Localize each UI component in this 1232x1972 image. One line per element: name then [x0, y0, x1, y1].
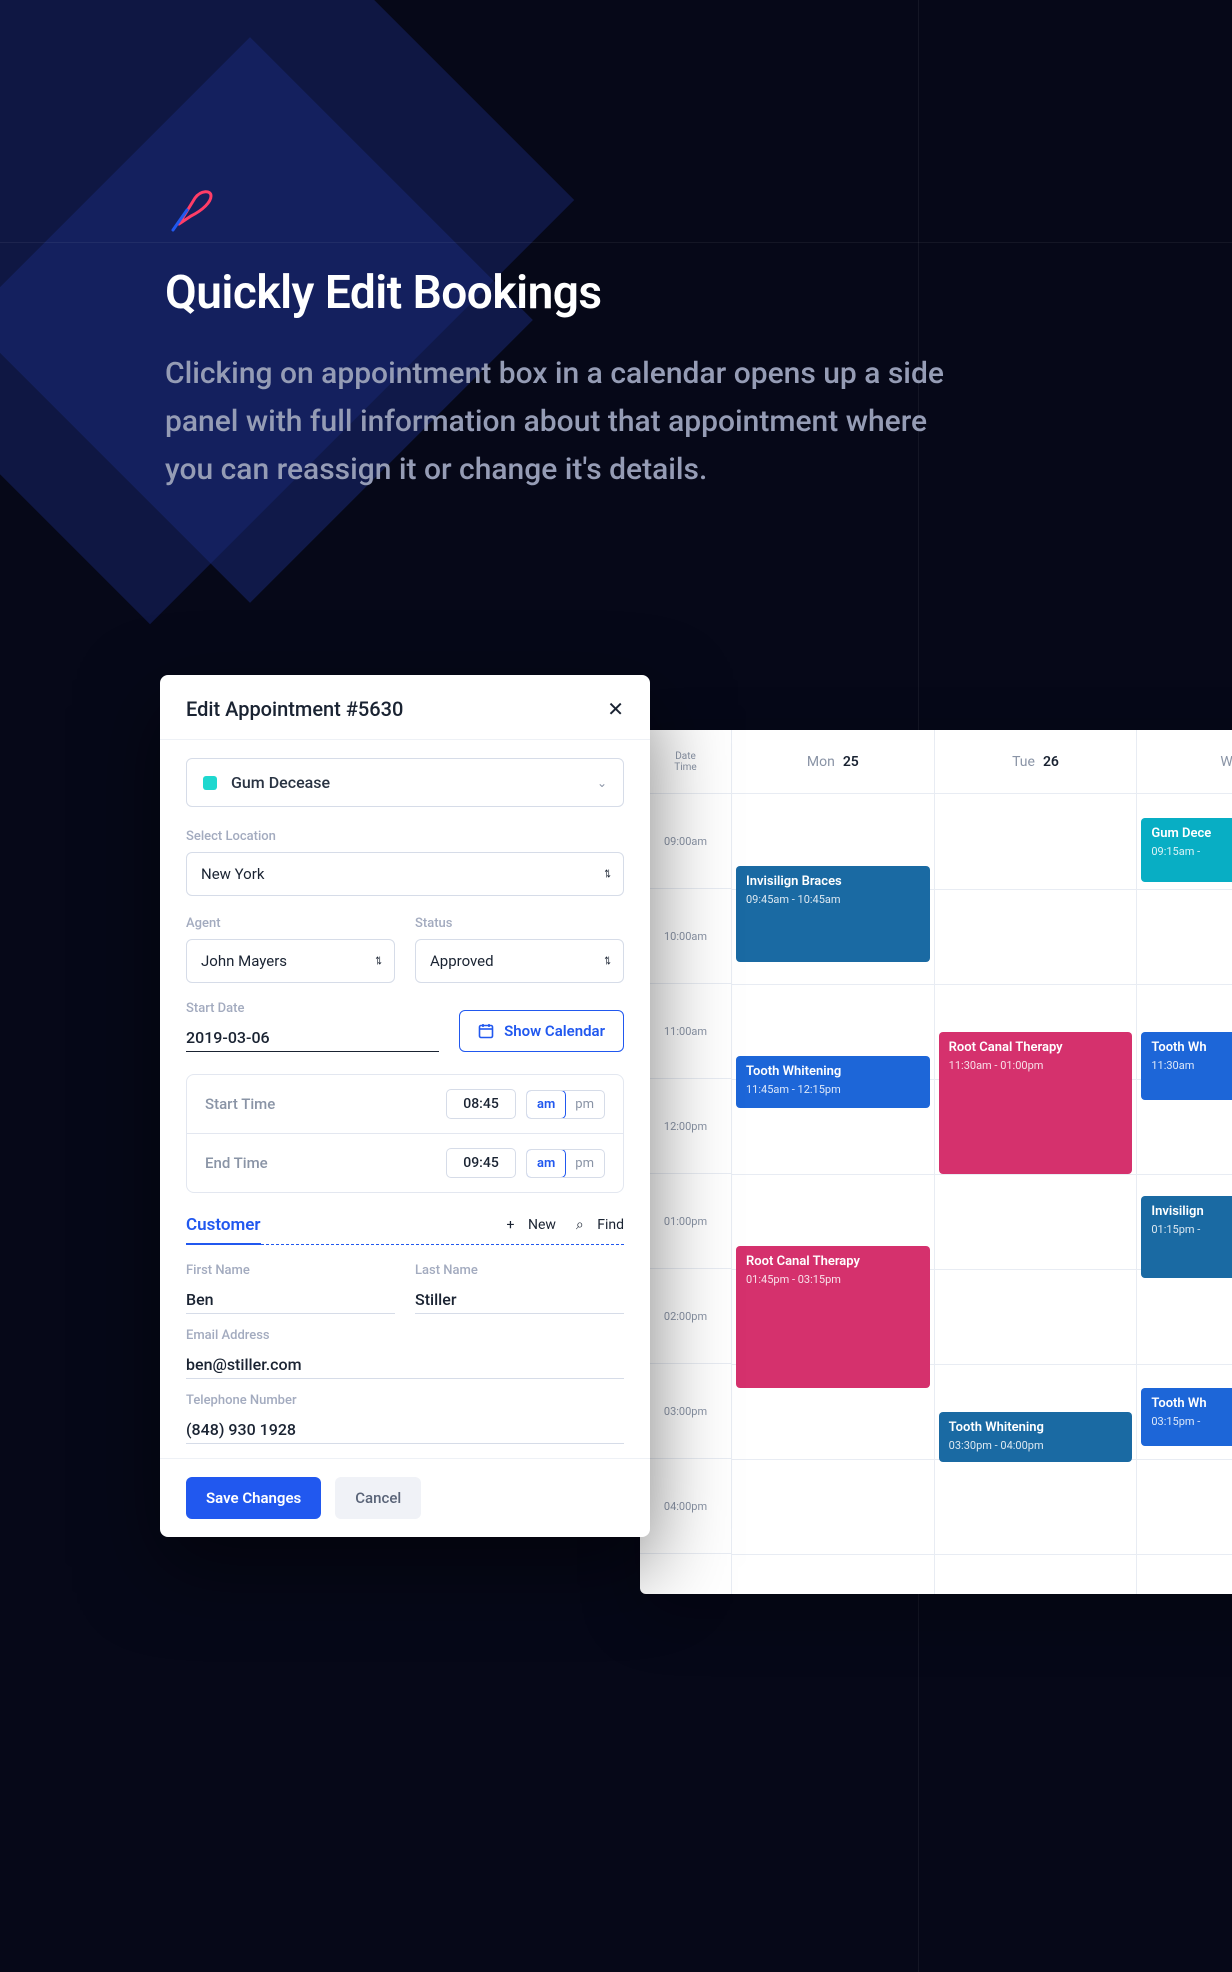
email-label: Email Address — [186, 1328, 624, 1343]
start-date-input[interactable] — [186, 1024, 439, 1052]
service-name: Gum Decease — [231, 773, 330, 792]
calendar-time-label: 01:00pm — [640, 1174, 731, 1269]
calendar-event[interactable]: Invisilign01:15pm - — [1141, 1196, 1232, 1278]
calendar-event[interactable]: Root Canal Therapy01:45pm - 03:15pm — [736, 1246, 930, 1388]
calendar-event[interactable]: Tooth Whitening03:30pm - 04:00pm — [939, 1412, 1133, 1462]
calendar-day-column[interactable]: Root Canal Therapy11:30am - 01:00pm Tooth… — [935, 794, 1138, 1594]
service-selector[interactable]: Gum Decease ⌄ — [186, 758, 624, 807]
status-label: Status — [415, 916, 624, 931]
calendar-time-label: 12:00pm — [640, 1079, 731, 1174]
end-time-ampm-toggle[interactable]: am pm — [526, 1149, 605, 1178]
end-time-label: End Time — [205, 1154, 436, 1172]
start-time-ampm-toggle[interactable]: am pm — [526, 1090, 605, 1119]
last-name-label: Last Name — [415, 1263, 624, 1278]
calendar-time-label: 04:00pm — [640, 1459, 731, 1554]
start-time-input[interactable] — [446, 1089, 516, 1119]
hero-title: Quickly Edit Bookings — [165, 266, 965, 320]
search-icon: ⌕ — [576, 1217, 584, 1233]
calendar-header: Date Time Mon25Tue26Wed — [640, 730, 1232, 794]
time-range-box: Start Time am pm End Time am pm — [186, 1074, 624, 1193]
calendar-day-column[interactable]: Gum Dece09:15am - Tooth Wh11:30am Invisili… — [1137, 794, 1232, 1594]
calendar-event[interactable]: Tooth Wh03:15pm - — [1141, 1388, 1232, 1446]
end-time-input[interactable] — [446, 1148, 516, 1178]
calendar-event[interactable]: Tooth Wh11:30am — [1141, 1032, 1232, 1100]
start-time-label: Start Time — [205, 1095, 436, 1113]
calendar-day-column[interactable]: Invisilign Braces09:45am - 10:45am Tooth … — [732, 794, 935, 1594]
location-select[interactable]: New York — [186, 852, 624, 896]
pm-option[interactable]: pm — [565, 1150, 604, 1177]
feather-icon — [165, 180, 965, 236]
customer-new-button[interactable]: + New — [507, 1217, 556, 1233]
last-name-input[interactable]: Stiller — [415, 1286, 624, 1314]
agent-label: Agent — [186, 916, 395, 931]
plus-icon: + — [507, 1217, 515, 1233]
calendar-day-header[interactable]: Tue26 — [935, 730, 1138, 793]
calendar-day-header[interactable]: Wed — [1137, 730, 1232, 793]
customer-section-title: Customer — [186, 1215, 261, 1245]
customer-find-button[interactable]: ⌕ Find — [576, 1217, 624, 1233]
email-input[interactable]: ben@stiller.com — [186, 1351, 624, 1379]
panel-title: Edit Appointment #5630 — [186, 697, 403, 721]
am-option[interactable]: am — [526, 1149, 566, 1178]
calendar-event[interactable]: Invisilign Braces09:45am - 10:45am — [736, 866, 930, 962]
calendar-time-label: 02:00pm — [640, 1269, 731, 1364]
calendar-corner-label: Date Time — [640, 730, 732, 793]
save-button[interactable]: Save Changes — [186, 1477, 321, 1519]
calendar-time-label: 09:00am — [640, 794, 731, 889]
calendar: Date Time Mon25Tue26Wed 09:00am10:00am11… — [640, 730, 1232, 1594]
calendar-event[interactable]: Root Canal Therapy11:30am - 01:00pm — [939, 1032, 1133, 1174]
service-color-dot — [203, 776, 217, 790]
calendar-event[interactable]: Tooth Whitening11:45am - 12:15pm — [736, 1056, 930, 1108]
close-icon[interactable]: ✕ — [607, 697, 624, 721]
start-date-label: Start Date — [186, 1001, 439, 1016]
calendar-day-header[interactable]: Mon25 — [732, 730, 935, 793]
show-calendar-button[interactable]: Show Calendar — [459, 1010, 624, 1052]
calendar-icon — [478, 1023, 494, 1039]
calendar-event[interactable]: Gum Dece09:15am - — [1141, 818, 1232, 882]
agent-select[interactable]: John Mayers — [186, 939, 395, 983]
chevron-down-icon: ⌄ — [597, 776, 607, 790]
calendar-time-label: 10:00am — [640, 889, 731, 984]
phone-input[interactable]: (848) 930 1928 — [186, 1416, 624, 1444]
phone-label: Telephone Number — [186, 1393, 624, 1408]
cancel-button[interactable]: Cancel — [335, 1477, 421, 1519]
hero-section: Quickly Edit Bookings Clicking on appoin… — [165, 180, 965, 494]
calendar-time-label: 03:00pm — [640, 1364, 731, 1459]
edit-appointment-panel: Edit Appointment #5630 ✕ Gum Decease ⌄ S… — [160, 675, 650, 1537]
pm-option[interactable]: pm — [565, 1091, 604, 1118]
location-label: Select Location — [186, 829, 624, 844]
hero-subtitle: Clicking on appointment box in a calenda… — [165, 350, 965, 494]
am-option[interactable]: am — [526, 1090, 566, 1119]
status-select[interactable]: Approved — [415, 939, 624, 983]
first-name-label: First Name — [186, 1263, 395, 1278]
first-name-input[interactable]: Ben — [186, 1286, 395, 1314]
calendar-time-label: 11:00am — [640, 984, 731, 1079]
